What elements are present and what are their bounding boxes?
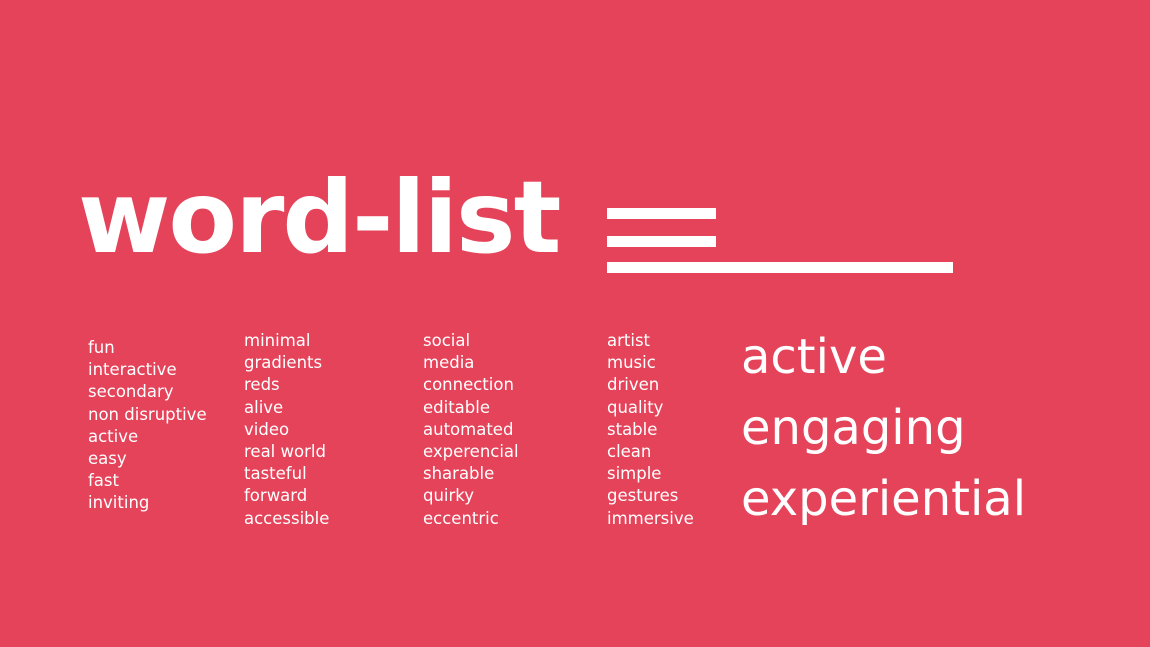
word-item: gradients xyxy=(244,353,323,373)
word-item: fast xyxy=(88,471,119,491)
icon-line-short-middle xyxy=(607,236,716,247)
word-item: forward xyxy=(244,486,308,506)
word-item: social xyxy=(423,331,471,350)
highlight-words: active engaging experiential xyxy=(741,322,1026,535)
word-item: simple xyxy=(607,464,662,484)
word-item: minimal xyxy=(244,331,311,350)
word-item: easy xyxy=(88,449,127,469)
slide-title: word-list xyxy=(78,159,561,276)
word-item: experencial xyxy=(423,442,519,462)
word-item: reds xyxy=(244,375,280,395)
word-item: accessible xyxy=(244,508,330,528)
icon-line-short-top xyxy=(607,208,716,219)
word-item: stable xyxy=(607,419,658,439)
word-item: inviting xyxy=(88,493,150,513)
word-item: real world xyxy=(244,442,326,462)
highlight-word: experiential xyxy=(741,471,1027,527)
word-item: editable xyxy=(423,397,490,417)
word-item: fun xyxy=(88,338,115,357)
word-item: gestures xyxy=(607,486,679,506)
word-column-2: minimal gradients reds alive video real … xyxy=(244,330,329,530)
word-item: tasteful xyxy=(244,464,307,484)
word-item: immersive xyxy=(607,508,694,528)
word-column-4: artist music driven quality stable clean… xyxy=(607,330,694,530)
word-item: clean xyxy=(607,442,652,462)
word-item: active xyxy=(88,426,139,446)
word-column-1: fun interactive secondary non disruptive… xyxy=(88,337,207,515)
word-item: quirky xyxy=(423,486,475,506)
word-item: media xyxy=(423,353,475,373)
word-column-3: social media connection editable automat… xyxy=(423,330,519,530)
word-item: artist xyxy=(607,331,651,350)
highlight-word: active xyxy=(741,329,887,385)
word-item: non disruptive xyxy=(88,404,207,424)
word-item: sharable xyxy=(423,464,495,484)
word-item: alive xyxy=(244,397,284,417)
icon-line-long-bottom xyxy=(607,262,953,273)
word-item: video xyxy=(244,419,290,439)
word-item: automated xyxy=(423,419,514,439)
word-item: interactive xyxy=(88,360,177,380)
word-item: secondary xyxy=(88,382,174,402)
word-item: connection xyxy=(423,375,514,395)
word-item: eccentric xyxy=(423,508,499,528)
word-item: quality xyxy=(607,397,664,417)
word-item: music xyxy=(607,353,656,373)
word-item: driven xyxy=(607,375,660,395)
highlight-word: engaging xyxy=(741,400,966,456)
